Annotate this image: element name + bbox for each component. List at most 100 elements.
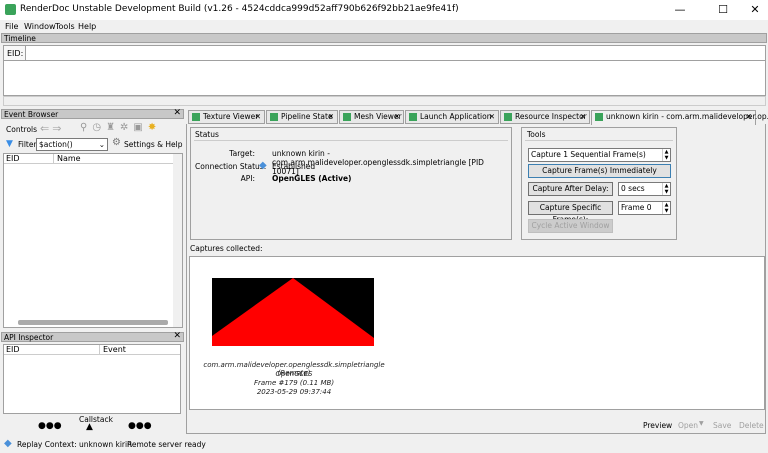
- tools-title: Tools: [527, 130, 546, 139]
- close-icon[interactable]: ✕: [328, 111, 334, 123]
- filter-label: Filter: [18, 140, 37, 149]
- connection-value: Established: [272, 162, 316, 171]
- close-icon[interactable]: ✕: [394, 111, 400, 123]
- ellipsis-icon: ●●●: [128, 421, 152, 431]
- timeline-title: Timeline: [4, 34, 36, 43]
- tab-label: unknown kirin - com.arm.malideveloper.op…: [606, 112, 768, 121]
- forward-icon[interactable]: ⇒: [52, 122, 64, 135]
- title-bar: RenderDoc Unstable Development Build (v1…: [0, 0, 768, 20]
- tab-label: Texture Viewer: [203, 112, 259, 121]
- tab-icon: [595, 113, 603, 121]
- tab-remote-connection[interactable]: unknown kirin - com.arm.malideveloper.op…: [591, 110, 768, 125]
- api-label: API:: [240, 174, 255, 183]
- preview-button[interactable]: Preview: [643, 421, 672, 430]
- status-title: Status: [195, 130, 219, 139]
- spinner-arrows-icon[interactable]: ▲ ▼: [662, 149, 670, 161]
- connection-icon: ◆: [259, 160, 267, 171]
- close-icon[interactable]: ✕: [173, 332, 181, 341]
- timeline-area[interactable]: EID:: [3, 45, 766, 96]
- api-value: OpenGLES (Active): [272, 174, 352, 183]
- filter-value: $action(): [39, 140, 73, 149]
- menu-file[interactable]: File: [5, 22, 18, 31]
- event-browser-title: Event Browser: [4, 110, 59, 119]
- frame-spinner[interactable]: Frame 0 ▲ ▼: [618, 201, 671, 215]
- tab-mesh-viewer[interactable]: Mesh Viewer ✕: [339, 110, 404, 124]
- dropdown-arrow-icon[interactable]: ▼: [699, 420, 704, 427]
- close-icon[interactable]: ✕: [173, 109, 181, 118]
- capture-specific-frame-button[interactable]: Capture Specific Frame(s):: [528, 201, 613, 224]
- nav-arrows: ⇐⇒: [40, 122, 64, 135]
- window-title: RenderDoc Unstable Development Build (v1…: [20, 4, 459, 14]
- api-inspector-title: API Inspector: [4, 333, 54, 342]
- settings-help-button[interactable]: Settings & Help: [124, 140, 182, 149]
- col-name[interactable]: Name: [54, 154, 174, 164]
- menu-bar: [0, 20, 768, 32]
- close-icon[interactable]: ✕: [746, 111, 752, 123]
- sequential-value: Capture 1 Sequential Frame(s): [531, 150, 646, 159]
- event-browser-header: Event Browser ✕: [1, 109, 184, 119]
- settings-icon: ⚙: [112, 137, 121, 148]
- clock-icon[interactable]: ◷: [92, 122, 106, 133]
- tab-pipeline-state[interactable]: Pipeline State ✕: [266, 110, 338, 124]
- star-icon[interactable]: ✸: [148, 122, 161, 133]
- gear-icon[interactable]: ✲: [120, 122, 133, 133]
- capture-immediately-button[interactable]: Capture Frame(s) Immediately: [528, 164, 671, 178]
- close-icon[interactable]: ✕: [489, 111, 495, 123]
- delete-button[interactable]: Delete: [739, 421, 764, 430]
- callstack-label[interactable]: Callstack: [79, 415, 113, 424]
- menu-help[interactable]: Help: [78, 22, 96, 31]
- timeline-scrollbar[interactable]: [3, 96, 766, 106]
- minimize-button[interactable]: —: [670, 2, 690, 18]
- open-button[interactable]: Open: [678, 421, 698, 430]
- col-eid[interactable]: EID: [4, 154, 54, 164]
- save-button[interactable]: Save: [713, 421, 731, 430]
- back-icon[interactable]: ⇐: [40, 122, 52, 135]
- close-button[interactable]: ✕: [745, 2, 765, 18]
- controls-label: Controls: [6, 125, 38, 134]
- capture-date: 2023-05-29 09:37:44: [256, 388, 332, 396]
- capture-api: OpenGLES: [275, 370, 313, 378]
- delay-value: 0 secs: [621, 184, 645, 193]
- spinner-arrows-icon[interactable]: ▲ ▼: [662, 202, 670, 214]
- close-icon[interactable]: ✕: [580, 111, 586, 123]
- close-icon[interactable]: ✕: [255, 111, 261, 123]
- renderdoc-logo-icon: [5, 4, 16, 15]
- cycle-active-window-button[interactable]: Cycle Active Window: [528, 219, 613, 233]
- ellipsis-icon: ●●●: [38, 421, 62, 431]
- col-event[interactable]: Event: [100, 345, 180, 355]
- capture-after-delay-button[interactable]: Capture After Delay:: [528, 182, 613, 196]
- eid-label: EID:: [4, 46, 26, 61]
- captures-list[interactable]: com.arm.malideveloper.openglessdk.simple…: [189, 256, 765, 410]
- frame-value: Frame 0: [621, 203, 652, 212]
- find-icon[interactable]: ⚲: [80, 122, 92, 133]
- capture-thumbnail: [212, 278, 374, 346]
- spinner-arrows-icon[interactable]: ▲ ▼: [662, 183, 670, 195]
- expand-up-icon[interactable]: ▲: [86, 422, 93, 432]
- tools-group: Tools Capture 1 Sequential Frame(s) ▲ ▼ Ca…: [521, 127, 677, 240]
- event-list[interactable]: EID Name: [3, 153, 183, 328]
- sequential-frames-spinner[interactable]: Capture 1 Sequential Frame(s) ▲ ▼: [528, 148, 671, 162]
- tab-icon: [192, 113, 200, 121]
- horizontal-scrollbar[interactable]: [18, 320, 168, 325]
- save-icon[interactable]: ▣: [133, 122, 147, 133]
- vertical-scrollbar[interactable]: [173, 154, 182, 327]
- menu-tools[interactable]: Tools: [55, 22, 75, 31]
- filter-input[interactable]: $action() ⌄: [36, 138, 108, 151]
- tab-label: Pipeline State: [281, 112, 333, 121]
- bookmark-icon[interactable]: ♜: [106, 122, 120, 133]
- capture-frame: Frame #179 (0.11 MB): [253, 379, 335, 387]
- maximize-button[interactable]: ☐: [713, 2, 733, 18]
- api-event-list[interactable]: EID Event: [3, 344, 181, 414]
- col-eid[interactable]: EID: [4, 345, 100, 355]
- tab-texture-viewer[interactable]: Texture Viewer ✕: [188, 110, 265, 124]
- delay-spinner[interactable]: 0 secs ▲ ▼: [618, 182, 671, 196]
- capture-item[interactable]: com.arm.malideveloper.openglessdk.simple…: [194, 261, 394, 403]
- status-group: Status Target: unknown kirin - com.arm.m…: [190, 127, 512, 240]
- tab-launch-application[interactable]: Launch Application ✕: [405, 110, 499, 124]
- menu-window[interactable]: Window: [24, 22, 56, 31]
- replay-context-status[interactable]: Replay Context: unknown kirin: [17, 440, 132, 449]
- tab-icon: [270, 113, 278, 121]
- tab-resource-inspector[interactable]: Resource Inspector ✕: [500, 110, 590, 124]
- captures-label: Captures collected:: [190, 244, 263, 253]
- tab-icon: [504, 113, 512, 121]
